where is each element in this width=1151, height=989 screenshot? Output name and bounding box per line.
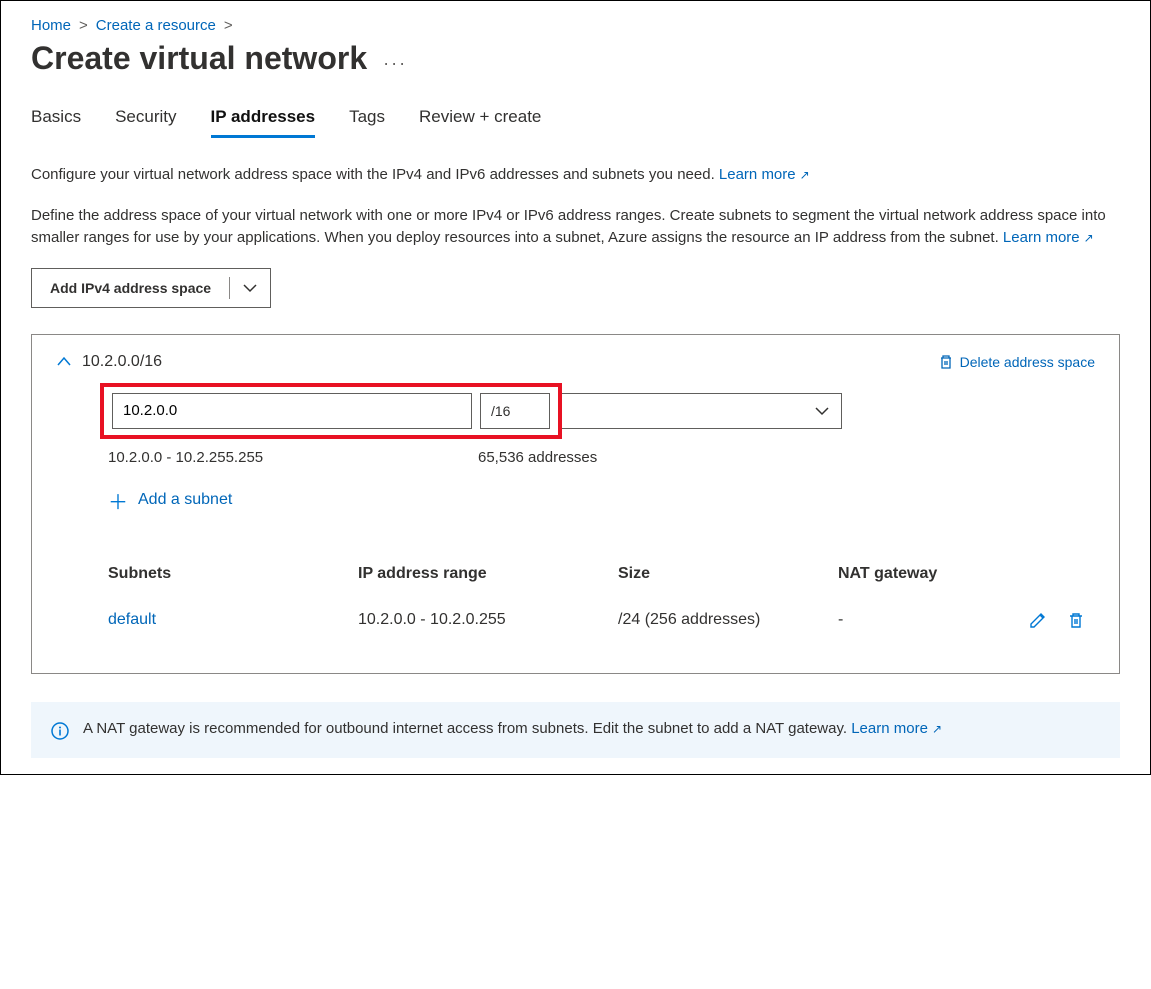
tab-security[interactable]: Security xyxy=(115,107,176,138)
breadcrumb-create-resource[interactable]: Create a resource xyxy=(96,17,216,34)
address-space-ip-input[interactable] xyxy=(112,393,472,429)
cidr-select-dropdown[interactable] xyxy=(562,393,842,429)
tab-bar: Basics Security IP addresses Tags Review… xyxy=(31,107,1120,138)
breadcrumb: Home > Create a resource > xyxy=(31,17,1120,34)
table-row: default 10.2.0.0 - 10.2.0.255 /24 (256 a… xyxy=(108,597,1095,643)
pencil-icon xyxy=(1029,611,1047,629)
delete-subnet-button[interactable] xyxy=(1067,611,1085,629)
subnet-table-header: Subnets IP address range Size NAT gatewa… xyxy=(108,551,1095,597)
external-link-icon: ↗ xyxy=(800,168,810,182)
col-subnets: Subnets xyxy=(108,565,358,583)
tab-tags[interactable]: Tags xyxy=(349,107,385,138)
col-size: Size xyxy=(618,565,838,583)
trash-icon xyxy=(938,354,954,370)
add-ipv4-label[interactable]: Add IPv4 address space xyxy=(32,269,229,307)
nat-learn-more-link[interactable]: Learn more↗ xyxy=(851,720,942,737)
chevron-right-icon: > xyxy=(79,17,88,34)
collapse-toggle[interactable] xyxy=(56,354,72,370)
address-count-text: 65,536 addresses xyxy=(478,449,597,466)
nat-info-text-container: A NAT gateway is recommended for outboun… xyxy=(83,720,942,737)
subnet-range: 10.2.0.0 - 10.2.0.255 xyxy=(358,611,618,629)
add-subnet-button[interactable]: ＋ Add a subnet xyxy=(108,486,1095,515)
more-actions-button[interactable]: ··· xyxy=(383,53,407,74)
trash-icon xyxy=(1067,611,1085,629)
nat-info-box: A NAT gateway is recommended for outboun… xyxy=(31,702,1120,758)
add-ipv4-address-space-button[interactable]: Add IPv4 address space xyxy=(31,268,271,308)
subnet-nat: - xyxy=(838,611,998,629)
external-link-icon: ↗ xyxy=(1084,231,1094,245)
nat-info-text: A NAT gateway is recommended for outboun… xyxy=(83,720,847,737)
highlight-box: /16 xyxy=(100,383,562,439)
description-2-text: Define the address space of your virtual… xyxy=(31,207,1106,247)
add-subnet-label: Add a subnet xyxy=(138,491,232,509)
chevron-down-icon xyxy=(243,281,257,295)
tab-ip-addresses[interactable]: IP addresses xyxy=(211,107,316,138)
chevron-right-icon: > xyxy=(224,17,233,34)
col-nat: NAT gateway xyxy=(838,565,998,583)
address-space-card: 10.2.0.0/16 Delete address space /16 10.… xyxy=(31,334,1120,674)
breadcrumb-home[interactable]: Home xyxy=(31,17,71,34)
chevron-down-icon xyxy=(815,404,829,418)
subnet-size: /24 (256 addresses) xyxy=(618,611,838,629)
tab-review-create[interactable]: Review + create xyxy=(419,107,541,138)
learn-more-link-1[interactable]: Learn more↗ xyxy=(719,166,810,183)
cidr-prefix-value: /16 xyxy=(491,403,510,419)
edit-subnet-button[interactable] xyxy=(1029,611,1047,629)
learn-more-link-2[interactable]: Learn more↗ xyxy=(1003,229,1094,246)
tab-basics[interactable]: Basics xyxy=(31,107,81,138)
address-range-text: 10.2.0.0 - 10.2.255.255 xyxy=(108,449,478,466)
delete-address-space-button[interactable]: Delete address space xyxy=(938,354,1095,370)
external-link-icon: ↗ xyxy=(932,722,942,736)
plus-icon: ＋ xyxy=(108,486,128,515)
col-ip-range: IP address range xyxy=(358,565,618,583)
address-space-cidr: 10.2.0.0/16 xyxy=(82,353,162,371)
delete-address-space-label: Delete address space xyxy=(960,354,1095,370)
subnet-table: Subnets IP address range Size NAT gatewa… xyxy=(108,551,1095,643)
add-ipv4-dropdown[interactable] xyxy=(230,269,270,307)
description-1-text: Configure your virtual network address s… xyxy=(31,166,715,183)
cidr-prefix-box: /16 xyxy=(480,393,550,429)
info-icon xyxy=(51,722,69,740)
chevron-up-icon xyxy=(56,354,72,370)
description-1: Configure your virtual network address s… xyxy=(31,164,1116,187)
description-2: Define the address space of your virtual… xyxy=(31,205,1116,250)
subnet-name-link[interactable]: default xyxy=(108,611,156,628)
page-title: Create virtual network xyxy=(31,40,367,77)
